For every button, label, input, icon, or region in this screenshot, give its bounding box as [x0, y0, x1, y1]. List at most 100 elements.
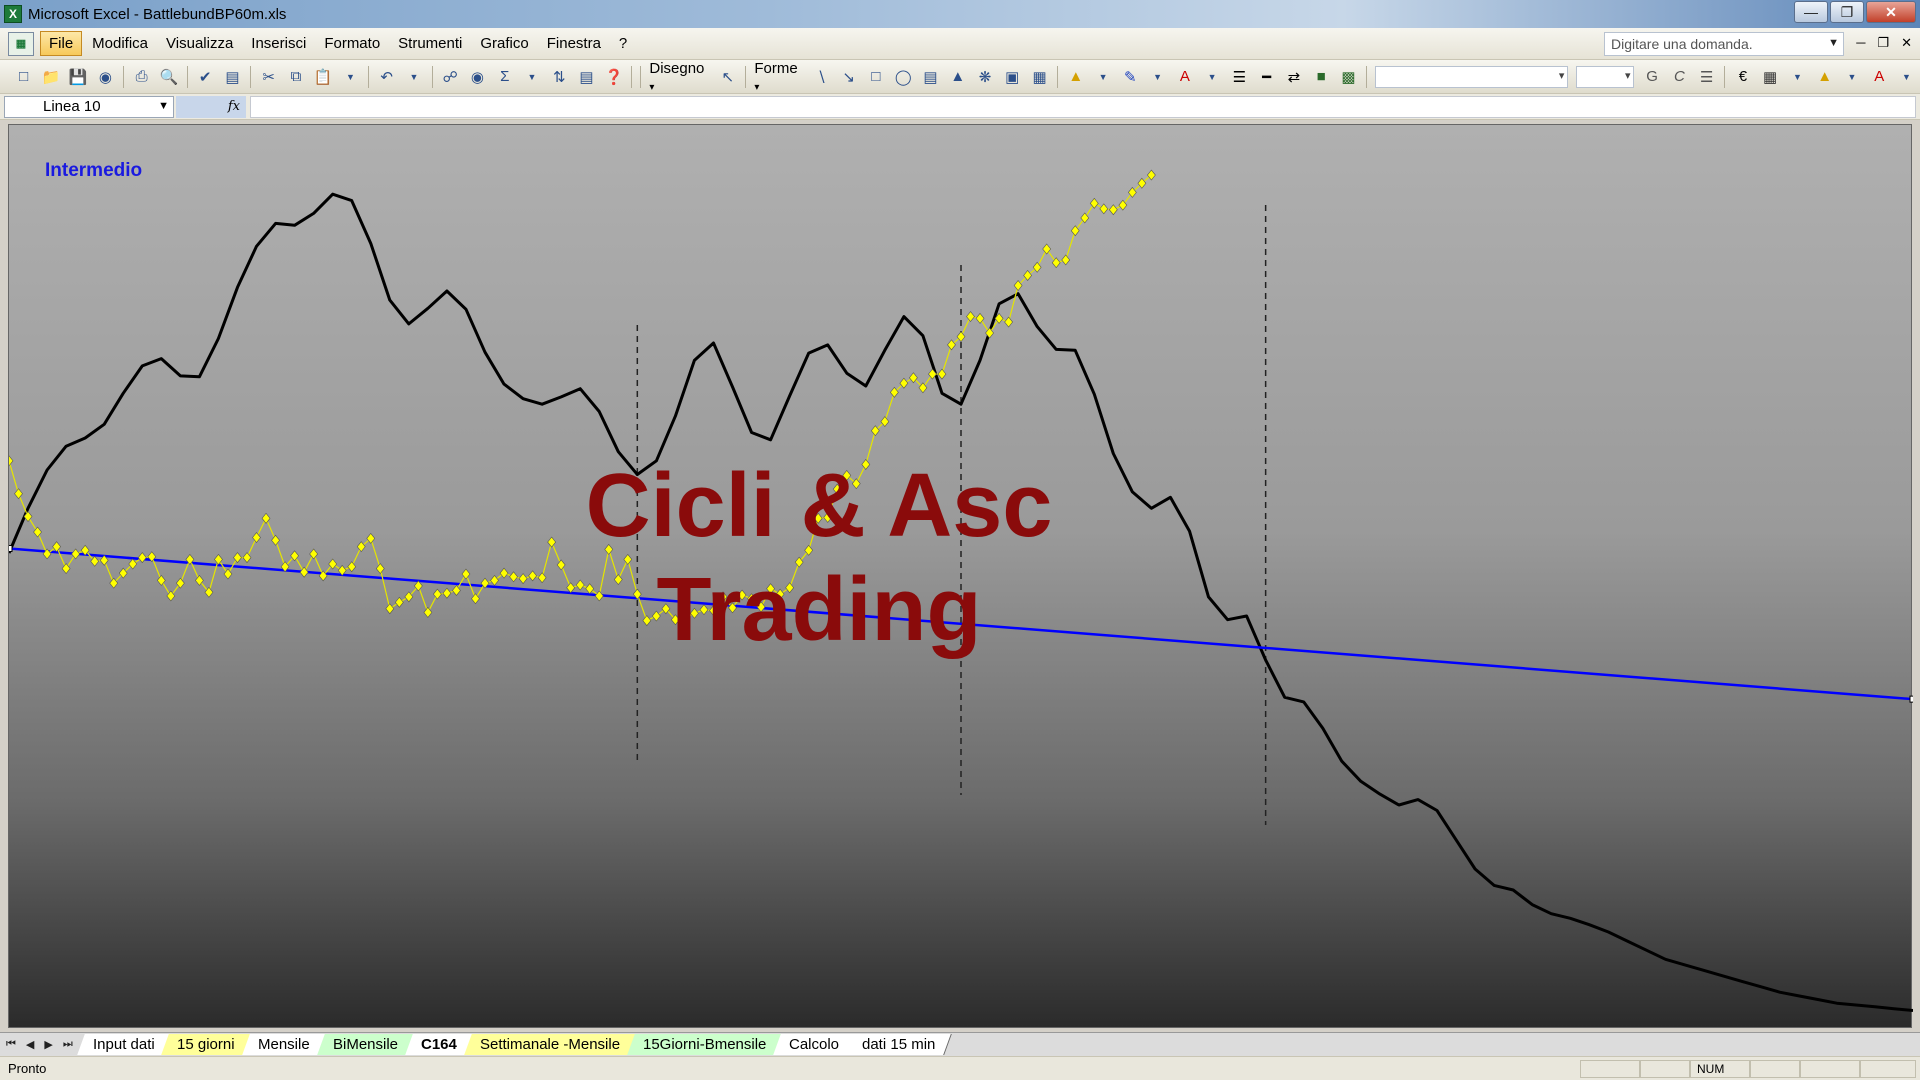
- oval-icon[interactable]: ◯: [893, 66, 914, 88]
- fx-icon[interactable]: fx: [176, 95, 246, 118]
- sheet-tab-2[interactable]: Mensile: [242, 1034, 327, 1055]
- picture-icon[interactable]: ▦: [1029, 66, 1050, 88]
- autosum-icon[interactable]: Σ: [494, 66, 515, 88]
- excel-app-icon[interactable]: X: [4, 5, 22, 23]
- chevron-down-icon[interactable]: ▼: [340, 66, 361, 88]
- borders-icon[interactable]: ▦: [1760, 66, 1781, 88]
- formula-input[interactable]: [250, 95, 1916, 118]
- sheet-tab-5[interactable]: Settimanale -Mensile: [463, 1034, 637, 1055]
- sheet-tab-4[interactable]: C164: [404, 1034, 474, 1055]
- hyperlink-icon[interactable]: ☍: [440, 66, 461, 88]
- chart-plot[interactable]: [9, 125, 1913, 1029]
- price-point: [242, 552, 252, 564]
- chevron-down-icon[interactable]: ▼: [1841, 66, 1862, 88]
- restore-button[interactable]: ❐: [1830, 1, 1864, 23]
- italic-icon[interactable]: C: [1669, 66, 1690, 88]
- chevron-down-icon[interactable]: ▼: [1896, 66, 1917, 88]
- print-icon[interactable]: ⎙: [131, 66, 152, 88]
- open-folder-icon[interactable]: 📁: [40, 66, 61, 88]
- line-color-icon[interactable]: ✎: [1120, 66, 1141, 88]
- chevron-down-icon[interactable]: ▼: [1787, 66, 1808, 88]
- status-cell: [1640, 1060, 1690, 1078]
- menu-view[interactable]: Visualizza: [158, 32, 241, 55]
- chart-wizard-icon[interactable]: ▤: [576, 66, 597, 88]
- euro-icon[interactable]: €: [1732, 66, 1753, 88]
- permission-icon[interactable]: ◉: [95, 66, 116, 88]
- chevron-down-icon[interactable]: ▼: [1828, 37, 1839, 49]
- shadow-icon[interactable]: ■: [1311, 66, 1332, 88]
- cut-icon[interactable]: ✂: [258, 66, 279, 88]
- cycle-curve-line[interactable]: [9, 192, 1913, 1012]
- first-sheet-icon[interactable]: ⏮: [6, 1038, 16, 1051]
- print-preview-icon[interactable]: 🔍: [158, 66, 179, 88]
- sheet-tab-1[interactable]: 15 giorni: [161, 1034, 252, 1055]
- menu-insert[interactable]: Inserisci: [243, 32, 314, 55]
- sheet-tab-8[interactable]: dati 15 min: [846, 1034, 953, 1055]
- menu-format[interactable]: Formato: [316, 32, 388, 55]
- arrow-icon[interactable]: ↘: [838, 66, 859, 88]
- help-question-input[interactable]: Digitare una domanda. ▼: [1604, 32, 1844, 56]
- select-pointer-icon[interactable]: ↖: [717, 66, 738, 88]
- textbox-icon[interactable]: ▤: [920, 66, 941, 88]
- globe-icon[interactable]: ◉: [467, 66, 488, 88]
- font-size-select[interactable]: [1576, 65, 1635, 88]
- chevron-down-icon[interactable]: ▼: [1147, 66, 1168, 88]
- paste-icon[interactable]: 📋: [313, 66, 334, 88]
- close-button[interactable]: ✕: [1866, 1, 1916, 23]
- sheet-tab-6[interactable]: 15Giorni-Bmensile: [626, 1034, 783, 1055]
- line-icon[interactable]: ∖: [811, 66, 832, 88]
- new-icon[interactable]: □: [13, 66, 34, 88]
- last-sheet-icon[interactable]: ⏭: [63, 1038, 73, 1051]
- menu-tools[interactable]: Strumenti: [390, 32, 470, 55]
- chevron-down-icon[interactable]: ▼: [1092, 66, 1113, 88]
- workbook-icon[interactable]: ▦: [8, 31, 34, 56]
- sheet-tab-0[interactable]: Input dati: [76, 1034, 172, 1055]
- autoshapes-menu[interactable]: Forme: [754, 60, 803, 94]
- chevron-down-icon[interactable]: ▼: [158, 100, 169, 112]
- save-icon[interactable]: 💾: [68, 66, 89, 88]
- 3d-style-icon[interactable]: ▩: [1338, 66, 1359, 88]
- research-icon[interactable]: ▤: [222, 66, 243, 88]
- rectangle-icon[interactable]: □: [865, 66, 886, 88]
- sheet-tab-7[interactable]: Calcolo: [773, 1034, 856, 1055]
- workbook-restore-button[interactable]: ❐: [1877, 35, 1889, 51]
- next-sheet-icon[interactable]: ▶: [44, 1038, 52, 1051]
- font-name-select[interactable]: [1375, 65, 1569, 88]
- chevron-down-icon[interactable]: ▼: [521, 66, 542, 88]
- workbook-minimize-button[interactable]: ─: [1856, 35, 1865, 51]
- name-box[interactable]: Linea 10 ▼: [4, 95, 174, 118]
- dash-style-icon[interactable]: ━: [1256, 66, 1277, 88]
- fill-color-icon[interactable]: ▲: [1065, 66, 1086, 88]
- trend-line-handle[interactable]: [9, 544, 13, 552]
- wordart-icon[interactable]: ▲: [947, 66, 968, 88]
- workbook-close-button[interactable]: ✕: [1901, 35, 1912, 51]
- minimize-button[interactable]: —: [1794, 1, 1828, 23]
- arrow-style-icon[interactable]: ⇄: [1283, 66, 1304, 88]
- clipart-icon[interactable]: ▣: [1002, 66, 1023, 88]
- chart-area[interactable]: Intermedio Cicli & Asc Trading: [8, 124, 1913, 1029]
- sheet-tab-3[interactable]: BiMensile: [316, 1034, 415, 1055]
- chevron-down-icon[interactable]: ▼: [1201, 66, 1222, 88]
- diagram-icon[interactable]: ❋: [974, 66, 995, 88]
- menu-window[interactable]: Finestra: [539, 32, 609, 55]
- menu-chart[interactable]: Grafico: [472, 32, 536, 55]
- bold-icon[interactable]: G: [1641, 66, 1662, 88]
- font-color-icon[interactable]: A: [1174, 66, 1195, 88]
- sort-icon[interactable]: ⇅: [549, 66, 570, 88]
- chevron-down-icon[interactable]: ▼: [403, 66, 424, 88]
- undo-icon[interactable]: ↶: [376, 66, 397, 88]
- prev-sheet-icon[interactable]: ◀: [26, 1038, 34, 1051]
- copy-icon[interactable]: ⧉: [285, 66, 306, 88]
- price-series-line[interactable]: [9, 174, 1152, 622]
- spelling-icon[interactable]: ✔: [195, 66, 216, 88]
- menu-help[interactable]: ?: [611, 32, 635, 55]
- help-icon[interactable]: ❓: [603, 66, 624, 88]
- drawing-menu[interactable]: Disegno: [649, 60, 710, 94]
- line-style-icon[interactable]: ☰: [1229, 66, 1250, 88]
- fill-color-icon[interactable]: ▲: [1814, 66, 1835, 88]
- menu-edit[interactable]: Modifica: [84, 32, 156, 55]
- trend-line-handle[interactable]: [1909, 695, 1913, 703]
- align-center-icon[interactable]: ☰: [1696, 66, 1717, 88]
- menu-file[interactable]: File: [40, 31, 83, 56]
- font-color-icon[interactable]: A: [1869, 66, 1890, 88]
